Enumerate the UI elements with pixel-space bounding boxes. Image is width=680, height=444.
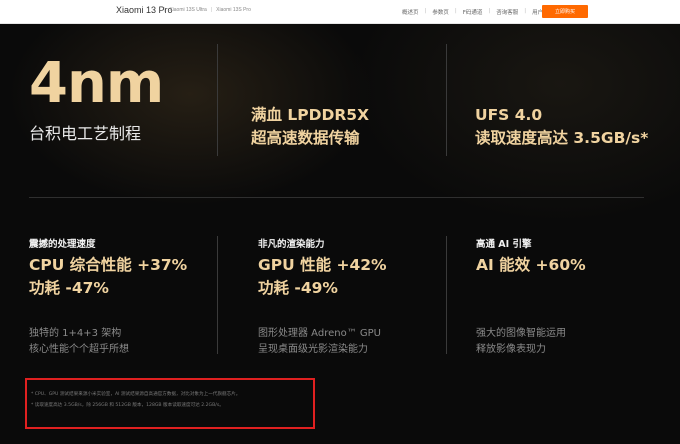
ai-efficiency-stat: AI 能效 +60% [476, 256, 586, 274]
cpu-desc-line1: 独特的 1+4+3 架构 [29, 328, 122, 339]
gpu-feature-stats: GPU 性能 +42% 功耗 -49% [258, 254, 387, 300]
footnote-storage-speed: * 读取速度高达 3.5GB/s，除 256GB 和 512GB 版本，128G… [31, 403, 224, 408]
divider [217, 236, 218, 354]
nav-link-support[interactable]: 咨询客服 [496, 8, 518, 16]
cpu-power-stat: 功耗 -47% [29, 279, 109, 297]
gpu-feature-description: 图形处理器 Adreno™ GPU 呈现桌面级光影渲染能力 [258, 326, 381, 358]
footnote-performance: * CPU、GPU 测试结果来源小米实验室，AI 测试结果源自高通官方数据，对比… [31, 392, 241, 397]
separator: | [424, 8, 427, 14]
storage-spec: UFS 4.0 读取速度高达 3.5GB/s* [475, 104, 648, 150]
ai-feature-description: 强大的图像智能运用 释放影像表现力 [476, 326, 566, 358]
variant-link-13s-ultra[interactable]: Xiaomi 13S Ultra [169, 7, 207, 13]
separator: | [524, 8, 527, 14]
divider [29, 197, 644, 198]
divider [217, 44, 218, 156]
chip-performance-section: 4nm 台积电工艺制程 满血 LPDDR5X 超高速数据传输 UFS 4.0 读… [0, 24, 680, 444]
gpu-desc-line1: 图形处理器 Adreno™ GPU [258, 328, 381, 339]
cpu-desc-line2: 核心性能个个超乎所想 [29, 344, 129, 355]
divider [446, 236, 447, 354]
top-navigation: Xiaomi 13 Pro | Xiaomi 13S Ultra | Xiaom… [0, 0, 680, 24]
nav-link-overview[interactable]: 概述页 [402, 8, 419, 16]
ai-feature-stats: AI 能效 +60% [476, 254, 586, 277]
variant-link-13s-pro[interactable]: Xiaomi 13S Pro [216, 7, 251, 13]
nav-link-specs[interactable]: 参数页 [432, 8, 449, 16]
separator: | [454, 8, 457, 14]
buy-now-button[interactable]: 立即购买 [542, 5, 588, 18]
memory-spec-line2: 超高速数据传输 [251, 129, 360, 147]
separator: | [210, 7, 213, 13]
memory-spec: 满血 LPDDR5X 超高速数据传输 [251, 104, 369, 150]
cpu-performance-stat: CPU 综合性能 +37% [29, 256, 188, 274]
process-node-value: 4nm [29, 51, 164, 116]
ai-feature-title: 高通 AI 引擎 [476, 239, 532, 250]
cpu-feature-stats: CPU 综合性能 +37% 功耗 -47% [29, 254, 187, 300]
separator: | [164, 7, 166, 13]
process-node-label: 台积电工艺制程 [29, 124, 142, 143]
separator: | [488, 8, 491, 14]
storage-spec-line1: UFS 4.0 [475, 106, 543, 124]
divider [446, 44, 447, 156]
ai-desc-line2: 释放影像表现力 [476, 344, 546, 355]
storage-spec-line2: 读取速度高达 3.5GB/s* [475, 129, 649, 147]
nav-link-f-code[interactable]: F码通道 [463, 8, 483, 16]
variant-links: | Xiaomi 13S Ultra | Xiaomi 13S Pro [164, 7, 251, 13]
memory-spec-line1: 满血 LPDDR5X [251, 106, 370, 124]
ai-desc-line1: 强大的图像智能运用 [476, 328, 566, 339]
gpu-desc-line2: 呈现桌面级光影渲染能力 [258, 344, 368, 355]
gpu-performance-stat: GPU 性能 +42% [258, 256, 387, 274]
gpu-power-stat: 功耗 -49% [258, 279, 338, 297]
gpu-feature-title: 非凡的渲染能力 [258, 239, 325, 250]
cpu-feature-description: 独特的 1+4+3 架构 核心性能个个超乎所想 [29, 326, 129, 358]
cpu-feature-title: 震撼的处理速度 [29, 239, 96, 250]
page-nav-links: 概述页 | 参数页 | F码通道 | 咨询客服 | 用户评价 [402, 8, 554, 16]
